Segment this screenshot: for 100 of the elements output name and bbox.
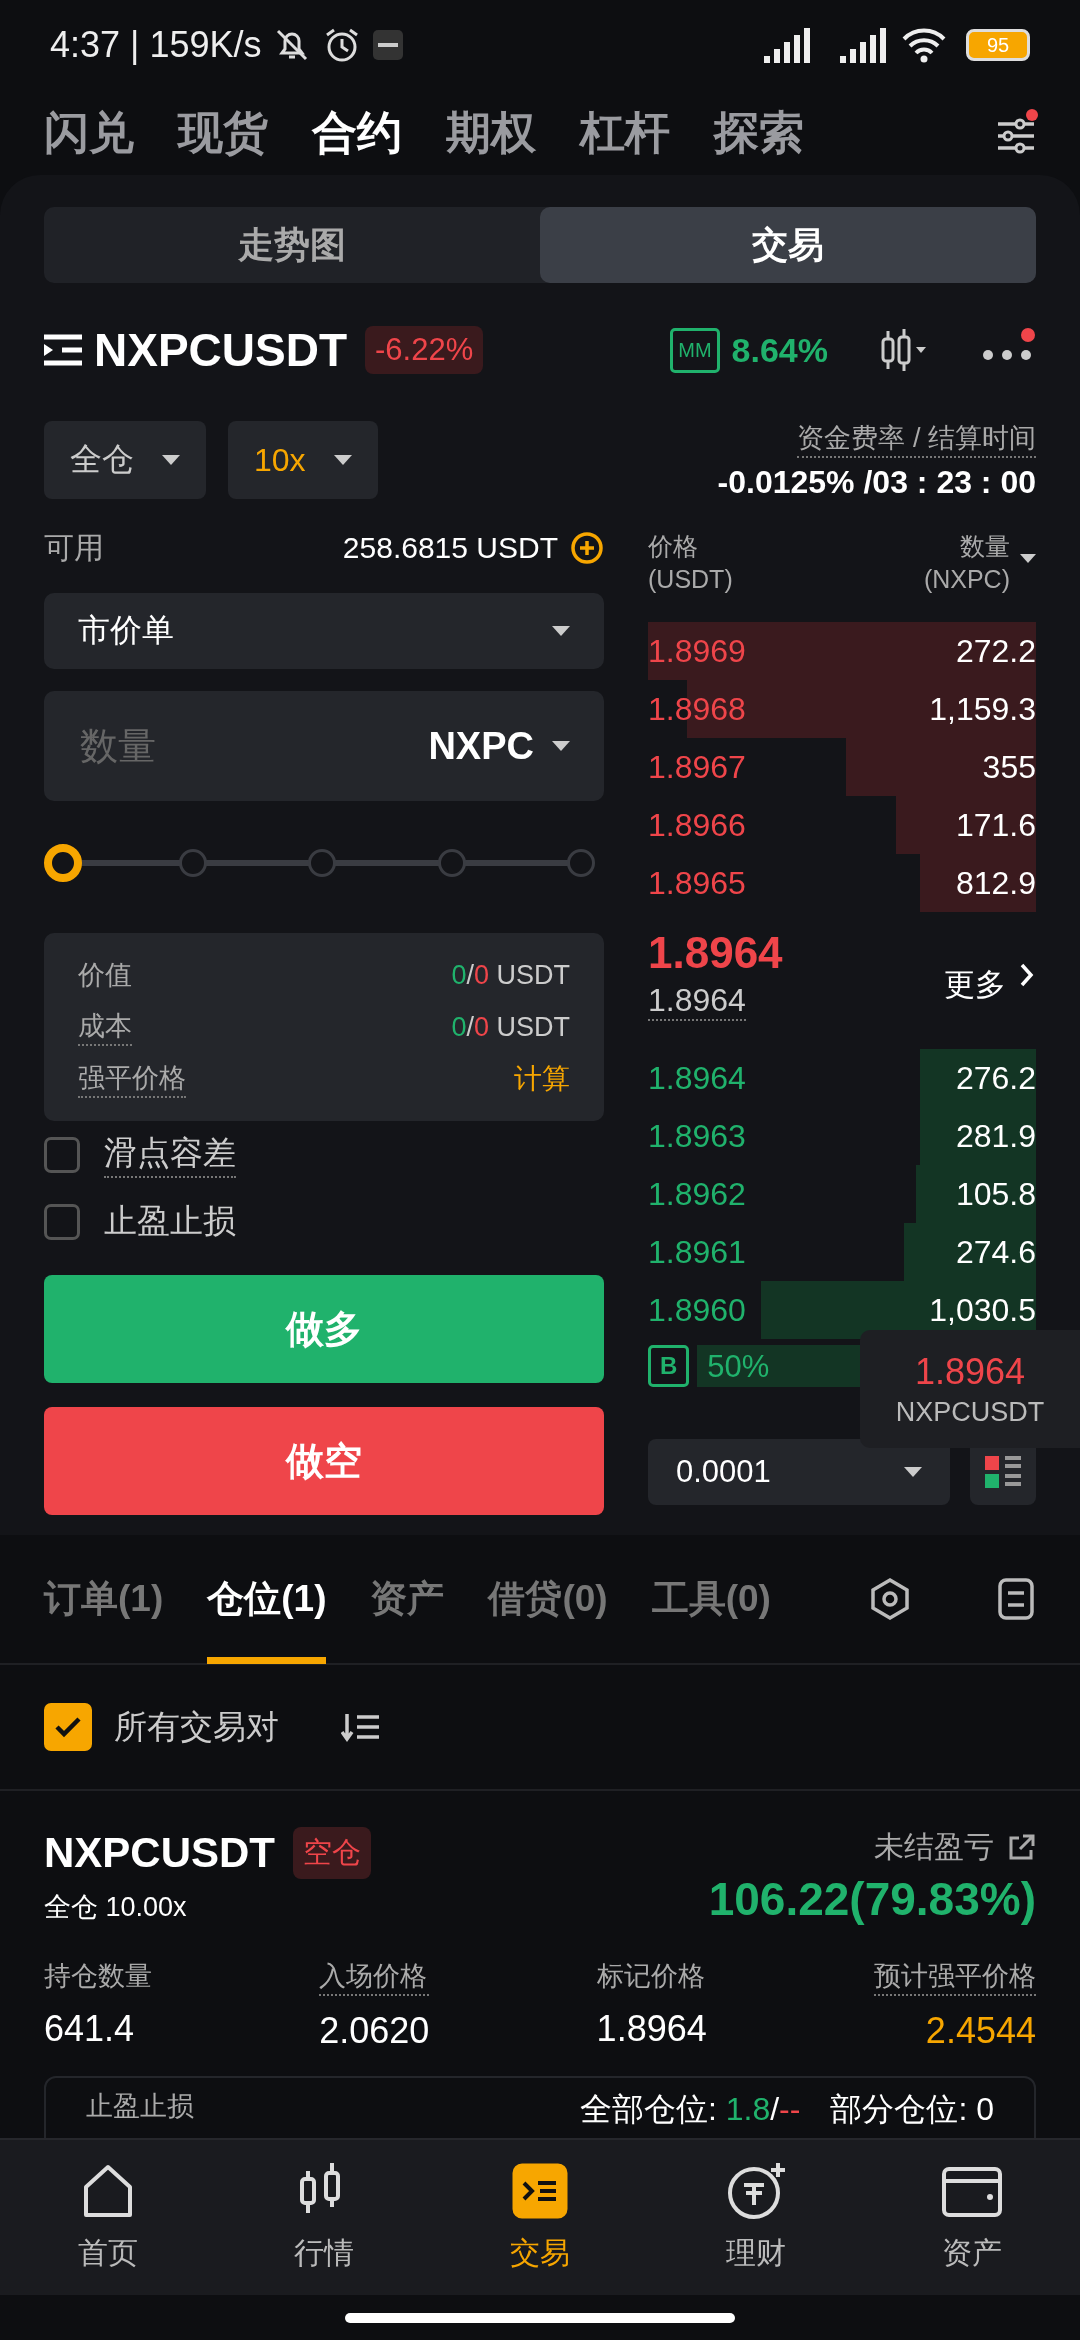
summary-label: 强平价格 bbox=[78, 1060, 186, 1098]
symbol-name[interactable]: NXPCUSDT bbox=[94, 323, 348, 377]
market-tab[interactable]: 探索 bbox=[714, 102, 804, 163]
ask-quantity: 272.2 bbox=[955, 632, 1036, 670]
bid-quantity: 105.8 bbox=[955, 1175, 1036, 1213]
filter-label: 所有交易对 bbox=[114, 1706, 279, 1747]
price-header: 价格 (USDT) bbox=[648, 531, 733, 595]
funding-value: -0.0125% /03 : 23 : 00 bbox=[717, 463, 1036, 501]
caret-icon[interactable] bbox=[1020, 554, 1036, 563]
bid-price[interactable]: 1.8963 bbox=[648, 1117, 746, 1155]
stat-value: 1.8964 bbox=[596, 2008, 707, 2050]
bid-quantity: 276.2 bbox=[955, 1059, 1036, 1097]
ask-price[interactable]: 1.8967 bbox=[648, 748, 746, 786]
summary-value: 0/0 USDT bbox=[451, 959, 570, 991]
stat-label: 入场价格 bbox=[319, 1958, 430, 1996]
menu-icon[interactable] bbox=[44, 334, 82, 366]
unit-dropdown[interactable]: NXPC bbox=[428, 724, 570, 768]
calculate-link[interactable]: 计算 bbox=[514, 1060, 570, 1098]
bid-quantity: 1,030.5 bbox=[929, 1291, 1036, 1329]
battery-icon: 95 bbox=[966, 29, 1030, 61]
ask-quantity: 355 bbox=[982, 748, 1036, 786]
mm-tag: MM bbox=[670, 327, 720, 373]
buy-ratio: 50% bbox=[707, 1349, 770, 1385]
position-tab[interactable]: 仓位(1) bbox=[207, 1534, 327, 1664]
app-icon bbox=[371, 29, 404, 61]
market-tab[interactable]: 合约 bbox=[312, 102, 402, 163]
bid-price[interactable]: 1.8962 bbox=[648, 1175, 746, 1213]
summary-value: 0/0 USDT bbox=[451, 1011, 570, 1043]
nav-item[interactable]: 理财 bbox=[648, 2140, 864, 2295]
view-tab[interactable]: 交易 bbox=[540, 207, 1036, 283]
market-tab[interactable]: 期权 bbox=[446, 102, 536, 163]
position-tab[interactable]: 资产 bbox=[370, 1534, 445, 1664]
bid-price[interactable]: 1.8961 bbox=[648, 1233, 746, 1271]
nav-item[interactable]: 首页 bbox=[0, 2140, 216, 2295]
stat-value: 2.4544 bbox=[925, 2010, 1036, 2052]
document-icon[interactable] bbox=[996, 1577, 1036, 1621]
stat-label: 持仓数量 bbox=[44, 1960, 152, 1993]
checkbox[interactable] bbox=[44, 1136, 80, 1173]
change-tag: -6.22% bbox=[365, 326, 484, 374]
market-tab[interactable]: 现货 bbox=[178, 102, 268, 163]
side-tag: 空仓 bbox=[293, 1827, 372, 1879]
summary-label: 价值 bbox=[78, 959, 132, 992]
leverage-dropdown[interactable]: 10x bbox=[228, 421, 378, 499]
stat-label: 标记价格 bbox=[596, 1960, 706, 1993]
bid-price[interactable]: 1.8960 bbox=[648, 1291, 746, 1329]
market-tab[interactable]: 闪兑 bbox=[44, 102, 134, 163]
pnl-label: 未结盈亏 bbox=[874, 1829, 994, 1865]
stat-value: 2.0620 bbox=[319, 2010, 430, 2052]
tpsl-label: 止盈止损 bbox=[86, 2090, 194, 2123]
available-label: 可用 bbox=[44, 529, 104, 566]
checkbox[interactable] bbox=[44, 1703, 92, 1751]
partial-value: 部分仓位: 0 bbox=[830, 2090, 994, 2129]
funding-label[interactable]: 资金费率 / 结算时间 bbox=[797, 419, 1036, 458]
more-link[interactable]: 更多 bbox=[944, 963, 1006, 1006]
ask-price[interactable]: 1.8969 bbox=[648, 632, 746, 670]
bid-quantity: 281.9 bbox=[955, 1117, 1036, 1155]
nav-item[interactable]: 资产 bbox=[864, 2140, 1080, 2295]
tooltip-symbol: NXPCUSDT bbox=[895, 1396, 1045, 1428]
tpsl-value: 全部仓位: 1.8/-- bbox=[579, 2090, 801, 2129]
ask-price[interactable]: 1.8965 bbox=[648, 864, 746, 902]
ask-quantity: 171.6 bbox=[955, 806, 1036, 844]
ask-quantity: 812.9 bbox=[955, 864, 1036, 902]
bid-price[interactable]: 1.8964 bbox=[648, 1059, 746, 1097]
position-tab[interactable]: 工具(0) bbox=[651, 1534, 771, 1664]
option-label: 滑点容差 bbox=[104, 1131, 236, 1178]
trade-icon bbox=[510, 2161, 570, 2221]
buy-tag: B bbox=[648, 1345, 690, 1387]
mm-rate: 8.64% bbox=[731, 330, 828, 370]
quantity-header[interactable]: 数量 (NXPC) bbox=[923, 530, 1010, 610]
bid-quantity: 274.6 bbox=[955, 1233, 1036, 1271]
market-tab[interactable]: 杠杆 bbox=[580, 102, 670, 163]
nav-item[interactable]: 行情 bbox=[216, 2140, 432, 2295]
view-tab[interactable]: 走势图 bbox=[44, 207, 540, 283]
ask-quantity: 1,159.3 bbox=[929, 690, 1036, 728]
option-label: 止盈止损 bbox=[104, 1201, 236, 1241]
short-button[interactable]: 做空 bbox=[44, 1407, 604, 1515]
home-indicator[interactable] bbox=[345, 2312, 735, 2323]
add-icon[interactable] bbox=[570, 531, 604, 565]
ask-price[interactable]: 1.8966 bbox=[648, 806, 746, 844]
quantity-field[interactable]: 数量 NXPC bbox=[44, 691, 604, 801]
margin-mode-dropdown[interactable]: 全仓 bbox=[44, 421, 206, 499]
order-type-dropdown[interactable]: 市价单 bbox=[44, 593, 604, 669]
ask-price[interactable]: 1.8968 bbox=[648, 690, 746, 728]
settings-icon[interactable] bbox=[868, 1577, 912, 1621]
mark-price: 1.8964 bbox=[648, 982, 746, 1021]
summary-label: 成本 bbox=[78, 1008, 132, 1046]
tooltip-price: 1.8964 bbox=[914, 1350, 1026, 1393]
status-time: 4:37 | 159K/s bbox=[50, 24, 262, 66]
stat-label: 预计强平价格 bbox=[873, 1958, 1036, 1996]
nav-item[interactable]: 交易 bbox=[432, 2140, 648, 2295]
pnl-value: 106.22(79.83%) bbox=[708, 1872, 1036, 1926]
position-tab[interactable]: 借贷(0) bbox=[488, 1534, 608, 1664]
stat-value: 641.4 bbox=[44, 2008, 136, 2050]
tick-size-dropdown[interactable]: 0.0001 bbox=[648, 1439, 950, 1505]
position-tab[interactable]: 订单(1) bbox=[44, 1534, 164, 1664]
position-symbol[interactable]: NXPCUSDT bbox=[44, 1829, 276, 1877]
available-value: 258.6815 USDT bbox=[342, 531, 558, 565]
checkbox[interactable] bbox=[44, 1203, 80, 1240]
last-price: 1.8964 bbox=[648, 928, 783, 978]
position-mode: 全仓 10.00x bbox=[44, 1891, 188, 1924]
